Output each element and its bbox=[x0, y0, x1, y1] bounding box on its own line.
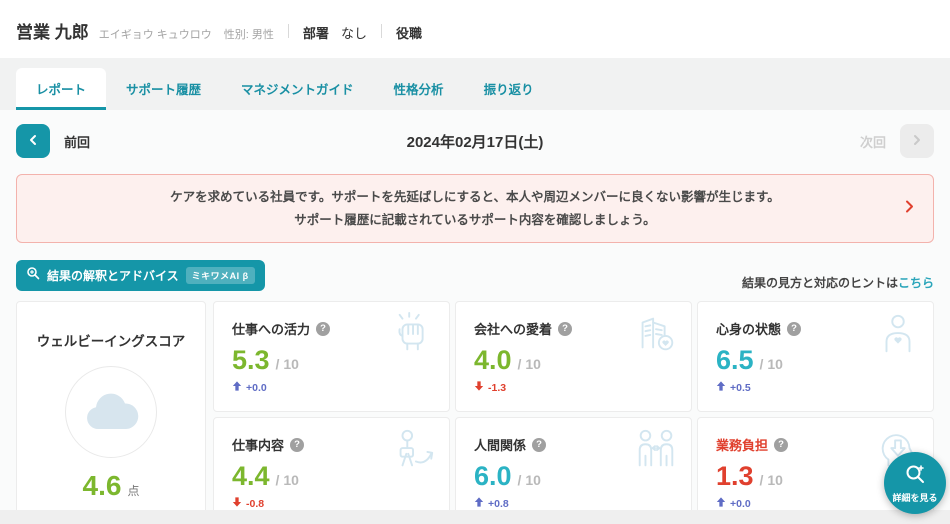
metric-max: / 10 bbox=[276, 472, 299, 488]
tab-management-guide[interactable]: マネジメントガイド bbox=[221, 68, 374, 110]
help-icon[interactable]: ? bbox=[532, 438, 546, 452]
employee-gender: 性別: 男性 bbox=[224, 26, 274, 42]
care-alert-banner[interactable]: ケアを求めている社員です。サポートを先延ばしにすると、本人や周辺メンバーに良くな… bbox=[16, 174, 934, 243]
tab-personality-analysis[interactable]: 性格分析 bbox=[374, 68, 464, 110]
arrow-up-icon bbox=[716, 497, 726, 510]
arrow-up-icon bbox=[474, 497, 484, 510]
metric-delta: +0.5 bbox=[716, 381, 915, 394]
results-hint: 結果の見方と対応のヒントはこちら bbox=[742, 274, 934, 291]
role-label: 役職 bbox=[396, 23, 422, 42]
metric-delta: +0.8 bbox=[474, 497, 673, 510]
employee-name: 営業 九郎 bbox=[16, 18, 89, 43]
tab-bar: レポート サポート履歴 マネジメントガイド 性格分析 振り返り bbox=[0, 58, 950, 110]
two-people-icon bbox=[633, 427, 679, 478]
metric-label: 心身の状態 bbox=[716, 319, 781, 338]
employee-name-kana: エイギョウ キュウロウ bbox=[99, 26, 212, 42]
report-date: 2024年02月17日(土) bbox=[0, 131, 950, 152]
fab-label: 詳細を見る bbox=[892, 491, 937, 504]
department-value: なし bbox=[341, 23, 367, 42]
next-report-button[interactable] bbox=[900, 124, 934, 158]
metric-label: 仕事内容 bbox=[232, 435, 284, 454]
tab-report[interactable]: レポート bbox=[16, 68, 106, 110]
previous-report-button[interactable] bbox=[16, 124, 50, 158]
metric-delta: +0.0 bbox=[232, 381, 431, 394]
tab-support-history[interactable]: サポート履歴 bbox=[106, 68, 221, 110]
department-label: 部署 bbox=[303, 23, 329, 42]
metric-value: 4.4 bbox=[232, 461, 270, 492]
metric-label: 人間関係 bbox=[474, 435, 526, 454]
help-icon[interactable]: ? bbox=[787, 322, 801, 336]
magnifier-icon bbox=[26, 266, 40, 285]
bottom-strip bbox=[0, 510, 950, 524]
metric-max: / 10 bbox=[760, 472, 783, 488]
arrow-up-icon bbox=[716, 381, 726, 394]
badge-label: 結果の解釈とアドバイス bbox=[47, 267, 179, 284]
metric-value: 4.0 bbox=[474, 345, 512, 376]
next-label: 次回 bbox=[860, 132, 886, 151]
chevron-right-icon bbox=[911, 134, 923, 149]
help-icon[interactable]: ? bbox=[316, 322, 330, 336]
wellbeing-score-card: ウェルビーイングスコア 4.6 点 bbox=[16, 301, 206, 515]
metric-value: 5.3 bbox=[232, 345, 270, 376]
metric-max: / 10 bbox=[518, 472, 541, 488]
hint-text: 結果の見方と対応のヒントは bbox=[742, 276, 898, 290]
metric-card-job-content: 仕事内容 ? 4.4 / 10 -0.8 bbox=[213, 417, 450, 524]
arrow-down-icon bbox=[474, 381, 484, 394]
ai-beta-tag: ミキワメAI β bbox=[186, 267, 255, 284]
hint-link[interactable]: こちら bbox=[898, 276, 934, 290]
metric-delta: -1.3 bbox=[474, 381, 673, 394]
metric-card-mind-body: 心身の状態 ? 6.5 / 10 +0.5 bbox=[697, 301, 934, 412]
metric-value: 6.5 bbox=[716, 345, 754, 376]
help-icon[interactable]: ? bbox=[290, 438, 304, 452]
arrow-up-icon bbox=[232, 381, 242, 394]
metric-grid: 仕事への活力 ? 5.3 / 10 +0.0 bbox=[213, 301, 934, 515]
metric-label: 仕事への活力 bbox=[232, 319, 310, 338]
metric-max: / 10 bbox=[518, 356, 541, 372]
help-icon[interactable]: ? bbox=[558, 322, 572, 336]
metric-value: 6.0 bbox=[474, 461, 512, 492]
employee-report-page: 営業 九郎 エイギョウ キュウロウ 性別: 男性 部署 なし 役職 レポート サ… bbox=[0, 0, 950, 524]
metric-value: 1.3 bbox=[716, 461, 754, 492]
date-navigation: 前回 2024年02月17日(土) 次回 bbox=[0, 110, 950, 170]
employee-header: 営業 九郎 エイギョウ キュウロウ 性別: 男性 部署 なし 役職 bbox=[0, 0, 950, 58]
metric-delta: +0.0 bbox=[716, 497, 915, 510]
cloud-icon bbox=[83, 389, 139, 436]
metric-label: 業務負担 bbox=[716, 435, 768, 454]
interpretation-advice-button[interactable]: 結果の解釈とアドバイス ミキワメAI β bbox=[16, 260, 265, 291]
metric-label: 会社への愛着 bbox=[474, 319, 552, 338]
wellbeing-gauge bbox=[65, 366, 157, 458]
metric-max: / 10 bbox=[760, 356, 783, 372]
arrow-down-icon bbox=[232, 497, 242, 510]
report-content: ウェルビーイングスコア 4.6 点 仕事への活力 ? 5.3 bbox=[16, 301, 934, 515]
metric-delta: -0.8 bbox=[232, 497, 431, 510]
wellbeing-title: ウェルビーイングスコア bbox=[37, 330, 186, 350]
header-divider bbox=[381, 24, 382, 38]
wellbeing-score-row: 4.6 点 bbox=[83, 470, 140, 502]
fist-icon bbox=[391, 311, 437, 362]
header-divider bbox=[288, 24, 289, 38]
previous-label: 前回 bbox=[64, 132, 90, 151]
view-details-fab[interactable]: 詳細を見る bbox=[884, 452, 946, 514]
metric-card-work-vitality: 仕事への活力 ? 5.3 / 10 +0.0 bbox=[213, 301, 450, 412]
person-arrow-icon bbox=[391, 427, 437, 478]
person-heart-icon bbox=[875, 311, 921, 362]
chevron-left-icon bbox=[27, 134, 39, 149]
alert-line-2: サポート履歴に記載されているサポート内容を確認しましょう。 bbox=[69, 209, 881, 232]
section-header-row: 結果の解釈とアドバイス ミキワメAI β 結果の見方と対応のヒントはこちら bbox=[16, 260, 934, 291]
wellbeing-score-unit: 点 bbox=[127, 482, 139, 499]
building-heart-icon bbox=[633, 311, 679, 362]
magnifier-plus-icon bbox=[904, 463, 926, 488]
wellbeing-score-value: 4.6 bbox=[83, 470, 122, 502]
metric-card-company-attachment: 会社への愛着 ? 4.0 / 10 -1.3 bbox=[455, 301, 692, 412]
metric-max: / 10 bbox=[276, 356, 299, 372]
chevron-right-icon bbox=[903, 199, 915, 218]
metric-card-relationships: 人間関係 ? 6.0 / 10 +0.8 bbox=[455, 417, 692, 524]
alert-line-1: ケアを求めている社員です。サポートを先延ばしにすると、本人や周辺メンバーに良くな… bbox=[69, 186, 881, 209]
tab-reflection[interactable]: 振り返り bbox=[464, 68, 554, 110]
help-icon[interactable]: ? bbox=[774, 438, 788, 452]
